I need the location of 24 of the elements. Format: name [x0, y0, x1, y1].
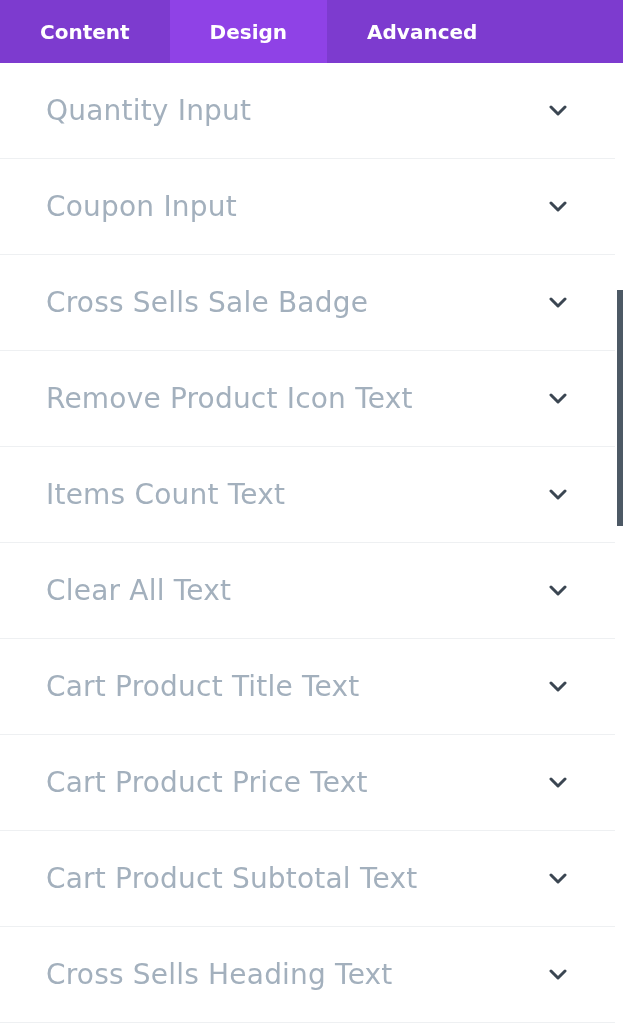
section-title: Quantity Input [46, 94, 252, 127]
section-title: Items Count Text [46, 478, 286, 511]
section-toggle[interactable]: Quantity Input [0, 63, 615, 159]
section-toggle[interactable]: Clear All Text [0, 543, 615, 639]
section-title: Cross Sells Heading Text [46, 958, 393, 991]
section-title: Remove Product Icon Text [46, 382, 413, 415]
scrollbar[interactable] [617, 290, 623, 526]
section-title: Clear All Text [46, 574, 232, 607]
section-title: Cart Product Price Text [46, 766, 368, 799]
section-toggle[interactable]: Cart Product Title Text [0, 639, 615, 735]
section-title: Cart Product Title Text [46, 670, 360, 703]
section-toggle[interactable]: Cart Product Price Text [0, 735, 615, 831]
section-toggle[interactable]: Cart Product Subtotal Text [0, 831, 615, 927]
section-title: Cross Sells Sale Badge [46, 286, 369, 319]
section-toggle[interactable]: Cross Sells Heading Text [0, 927, 615, 1023]
section-toggle[interactable]: Remove Product Icon Text [0, 351, 615, 447]
section-toggle[interactable]: Cross Sells Sale Badge [0, 255, 615, 351]
section-title: Coupon Input [46, 190, 237, 223]
section-toggle[interactable]: Items Count Text [0, 447, 615, 543]
section-title: Cart Product Subtotal Text [46, 862, 418, 895]
section-toggle[interactable]: Coupon Input [0, 159, 615, 255]
tab[interactable]: Content [0, 0, 170, 63]
tab[interactable]: Design [169, 0, 328, 63]
tab[interactable]: Advanced [327, 0, 518, 63]
